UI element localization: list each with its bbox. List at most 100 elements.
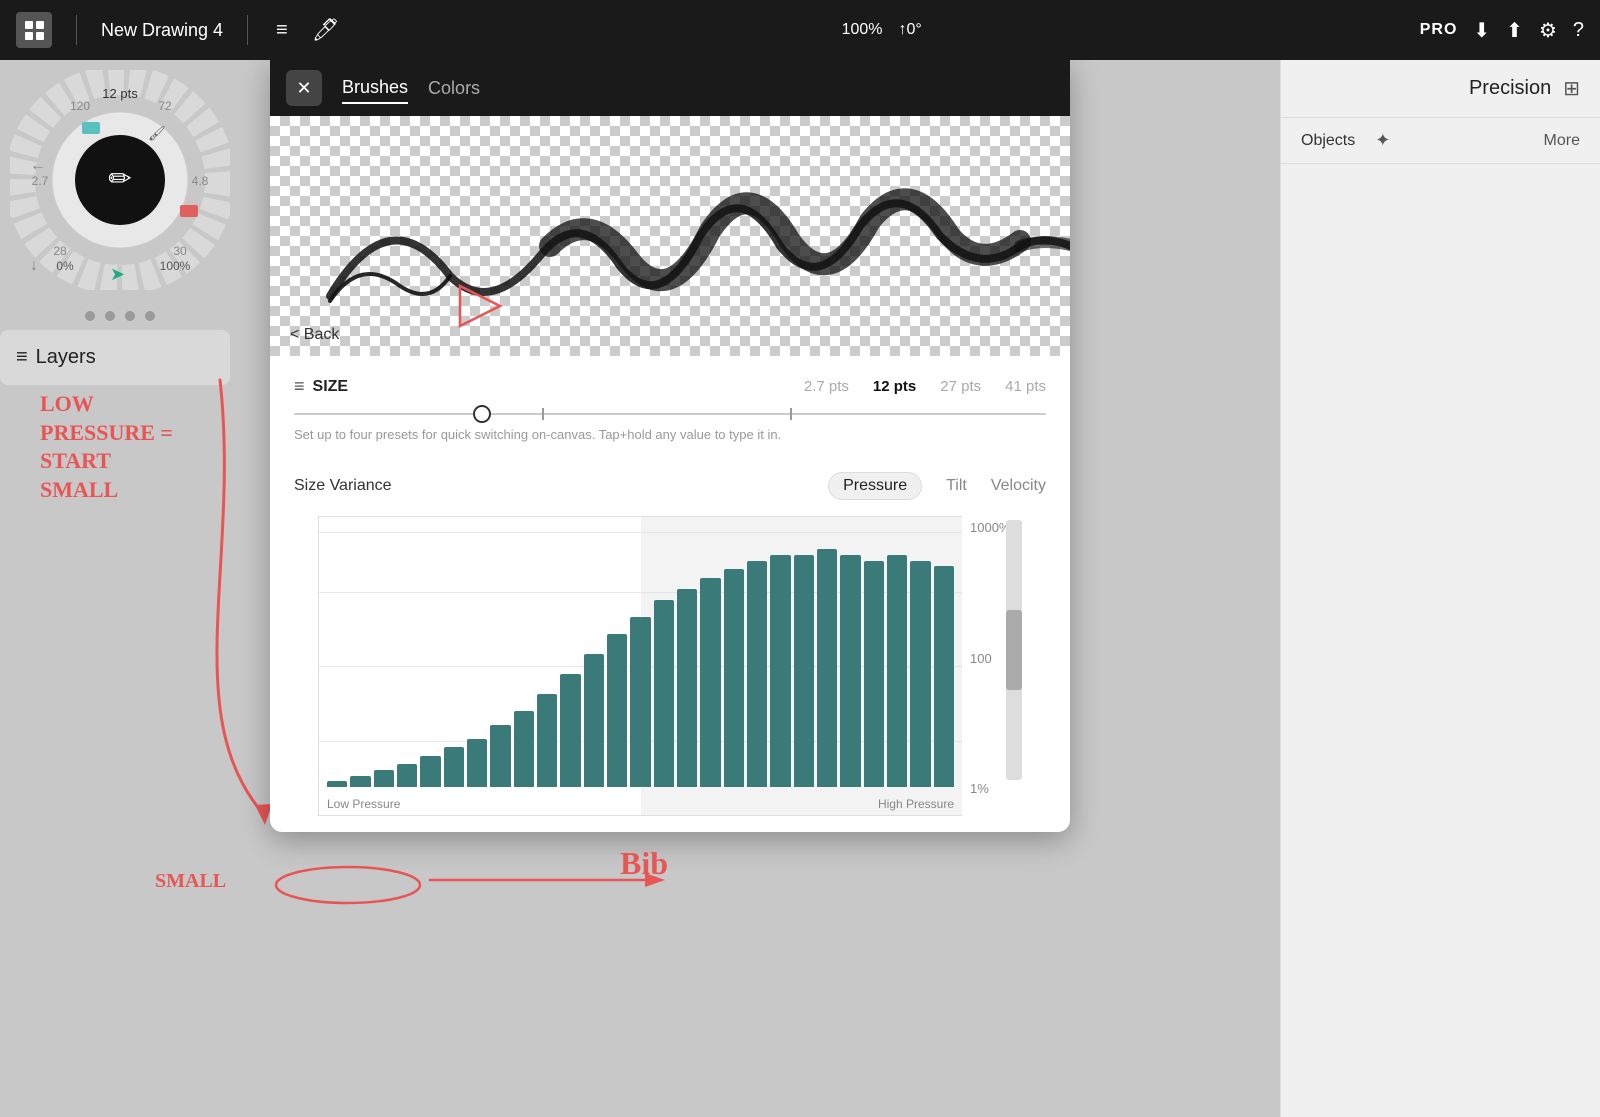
menu-icon[interactable]: ≡ [272,15,292,46]
chart-bar-7 [490,725,510,787]
pro-badge: PRO [1420,21,1458,39]
chart-slider[interactable] [1006,520,1022,780]
brushes-tab[interactable]: Brushes [342,73,408,104]
brush-icon[interactable]: 🖊 [308,13,344,47]
svg-text:✏: ✏ [108,163,131,194]
size-preset-4[interactable]: 41 pts [1005,378,1046,395]
divider [76,15,77,45]
chart-bar-14 [654,600,674,787]
objects-tab[interactable]: Objects [1301,132,1355,150]
size-slider-track [294,413,1046,415]
chart-bar-4 [420,756,440,787]
chart-bar-22 [840,555,860,787]
chart-bar-23 [864,561,884,787]
zoom-level[interactable]: 100% [842,21,883,39]
svg-text:↓: ↓ [30,257,38,274]
chart-bar-25 [910,561,930,787]
more-button[interactable]: More [1544,132,1580,150]
pressure-tab[interactable]: Pressure [828,472,922,500]
chart-x-labels: Low Pressure High Pressure [327,797,954,811]
chart-bars [319,517,962,787]
rotation-level: ↑0° [899,21,922,39]
wand-icon[interactable]: ✦ [1375,130,1390,151]
chart-area: Low Pressure High Pressure [318,516,962,816]
download-icon[interactable]: ⬇ [1473,18,1490,43]
top-bar: New Drawing 4 ≡ 🖊 100% ↑0° PRO ⬇ ⬆ ⚙ ? [0,0,1600,60]
size-label: ≡ SIZE [294,376,348,397]
back-button[interactable]: < Back [290,326,339,344]
chart-bar-19 [770,555,790,787]
svg-text:72: 72 [158,99,172,113]
chart-bar-0 [327,781,347,787]
chart-bar-15 [677,589,697,787]
svg-text:28: 28 [53,244,67,258]
chart-bar-2 [374,770,394,787]
top-bar-right: PRO ⬇ ⬆ ⚙ ? [1420,18,1584,43]
size-preset-1[interactable]: 2.7 pts [804,378,849,395]
svg-text:4.8: 4.8 [192,174,209,188]
svg-text:2.7: 2.7 [32,174,49,188]
chart-bar-16 [700,578,720,787]
size-section: ≡ SIZE 2.7 pts 12 pts 27 pts 41 pts Set … [270,356,1070,468]
velocity-tab[interactable]: Velocity [991,477,1046,495]
chart-bar-3 [397,764,417,787]
svg-text:0%: 0% [56,259,74,273]
chart-bar-17 [724,569,744,787]
grid-menu-icon[interactable]: ⊞ [1563,76,1580,101]
colors-tab[interactable]: Colors [428,78,480,99]
bib-annotation: Bib [620,845,668,882]
size-presets: 2.7 pts 12 pts 27 pts 41 pts [804,378,1046,395]
chart-bar-10 [560,674,580,787]
variance-section: Size Variance Pressure Tilt Velocity [270,468,1070,816]
chart-bar-8 [514,711,534,787]
size-preset-2[interactable]: 12 pts [873,378,916,395]
size-slider-thumb[interactable] [473,405,491,423]
layers-panel: ≡ Layers [0,330,230,385]
top-bar-left: New Drawing 4 ≡ 🖊 [16,12,344,48]
right-panel: Precision ⊞ Objects ✦ More [1280,60,1600,1117]
divider2 [247,15,248,45]
low-pressure-circle [268,855,428,905]
x-label-low: Low Pressure [327,797,400,811]
right-panel-tabs: Objects ✦ More [1281,118,1600,164]
settings-icon[interactable]: ⚙ [1539,18,1557,43]
svg-text:🖌: 🖌 [148,125,166,141]
layers-header: ≡ Layers [12,338,218,377]
size-hint: Set up to four presets for quick switchi… [294,427,1046,442]
chart-bar-12 [607,634,627,787]
close-button[interactable]: ✕ [286,70,322,106]
brush-stroke [270,116,1070,356]
chart-right-axis: 1000% 100 1% [962,516,1022,816]
chart-bar-20 [794,555,814,787]
low-pressure-annotation: LOW PRESSURE = START SMALL [40,390,173,504]
chart-bar-24 [887,555,907,787]
size-header: ≡ SIZE 2.7 pts 12 pts 27 pts 41 pts [294,376,1046,397]
tilt-tab[interactable]: Tilt [946,477,967,495]
svg-text:←: ← [30,157,46,174]
chart-bar-1 [350,776,370,787]
brush-panel: ✕ Brushes Colors < Back ≡ SIZE [270,60,1070,832]
chart-bar-18 [747,561,767,787]
help-icon[interactable]: ? [1573,19,1584,42]
size-slider[interactable] [294,413,1046,415]
precision-label: Precision [1469,77,1551,100]
wheel-svg: ✏ 12 pts 4.8 30 28 2.7 120 72 🖌 ← ↓ ➤ 0%… [10,70,230,290]
chart-bar-11 [584,654,604,787]
variance-header: Size Variance Pressure Tilt Velocity [294,472,1046,500]
grid-icon[interactable] [16,12,52,48]
size-preset-3[interactable]: 27 pts [940,378,981,395]
brush-wheel: ✏ 12 pts 4.8 30 28 2.7 120 72 🖌 ← ↓ ➤ 0%… [10,70,230,360]
x-label-high: High Pressure [878,797,954,811]
chart-bar-13 [630,617,650,787]
red-arrow-2 [420,855,680,905]
y-label-bot: 1% [970,781,1022,796]
svg-text:➤: ➤ [110,264,125,284]
svg-text:120: 120 [70,99,90,113]
chart-slider-handle[interactable] [1006,610,1022,690]
triangle-annotation [450,276,510,336]
svg-text:12 pts: 12 pts [102,86,138,101]
svg-text:30: 30 [173,244,187,258]
upload-icon[interactable]: ⬆ [1506,18,1523,43]
variance-label: Size Variance [294,477,828,495]
layers-label: Layers [36,346,96,369]
